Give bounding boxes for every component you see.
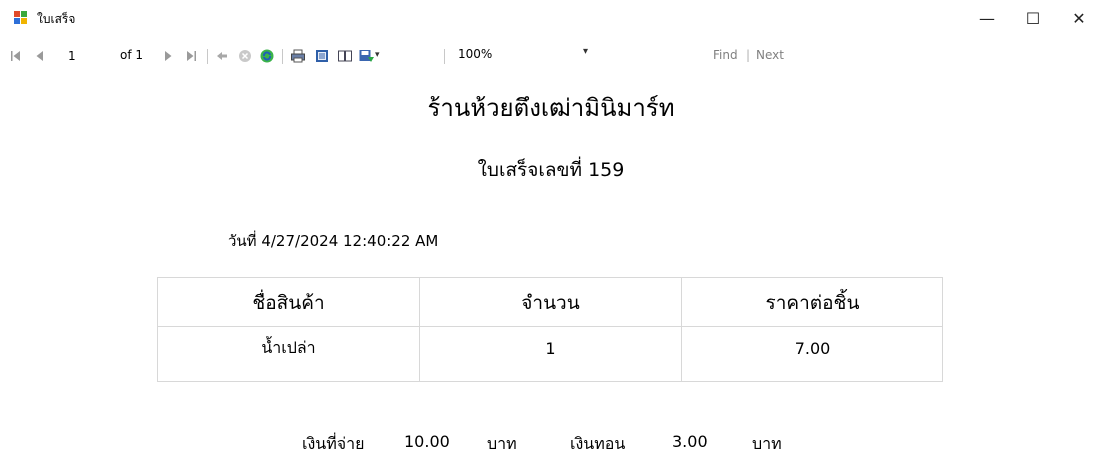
next-page-icon[interactable] <box>160 48 176 64</box>
table-header-price: ราคาต่อชิ้น <box>765 291 860 314</box>
find-input[interactable] <box>608 46 706 66</box>
print-layout-icon[interactable] <box>314 48 330 64</box>
refresh-icon[interactable] <box>259 48 275 64</box>
app-icon <box>14 11 28 25</box>
page-setup-icon[interactable] <box>337 48 353 64</box>
toolbar-separator <box>282 49 283 64</box>
window-title: ใบเสร็จ <box>37 12 76 26</box>
report-toolbar: of 1 ▾ 100% ▾ <box>0 40 1102 72</box>
change-label: เงินทอน <box>570 434 626 453</box>
change-currency: บาท <box>752 434 782 453</box>
change-amount: 3.00 <box>672 432 708 451</box>
prev-page-icon[interactable] <box>32 48 48 64</box>
back-icon[interactable] <box>214 48 230 64</box>
table-cell-price: 7.00 <box>794 338 831 358</box>
page-count-label: of 1 <box>120 48 144 62</box>
paid-currency: บาท <box>487 434 517 453</box>
receipt-number: ใบเสร็จเลขที่ 159 <box>477 159 625 181</box>
toolbar-separator <box>207 49 208 64</box>
print-icon[interactable] <box>290 48 306 64</box>
find-separator: | <box>746 48 751 62</box>
find-button[interactable]: Find <box>713 48 738 62</box>
paid-amount: 10.00 <box>404 432 450 451</box>
find-next-button[interactable]: Next <box>756 48 784 62</box>
report-viewer-window: ใบเสร็จ — ☐ ✕ of 1 <box>0 0 1102 459</box>
receipt-date: วันที่ 4/27/2024 12:40:22 AM <box>228 232 439 250</box>
table-cell-product: น้ำเปล่า <box>261 337 316 357</box>
shop-name: ร้านห้วยตึงเฒ่ามินิมาร์ท <box>427 94 675 122</box>
table-header-quantity: จำนวน <box>521 291 580 314</box>
toolbar-separator <box>444 49 445 64</box>
table-cell-quantity: 1 <box>545 338 556 358</box>
zoom-select[interactable]: 100% <box>458 47 598 65</box>
maximize-button[interactable]: ☐ <box>1010 0 1056 36</box>
first-page-icon[interactable] <box>8 48 24 64</box>
page-number-input[interactable] <box>64 47 108 65</box>
items-table: ชื่อสินค้า จำนวน ราคาต่อชิ้น น้ำเปล่า 1 … <box>157 277 943 382</box>
close-button[interactable]: ✕ <box>1056 0 1102 36</box>
chevron-down-icon[interactable]: ▾ <box>583 46 588 57</box>
paid-label: เงินที่จ่าย <box>302 434 365 453</box>
last-page-icon[interactable] <box>183 48 199 64</box>
table-header-product: ชื่อสินค้า <box>252 291 325 314</box>
stop-icon[interactable] <box>237 48 253 64</box>
chevron-down-icon[interactable]: ▾ <box>375 50 380 60</box>
title-bar: ใบเสร็จ — ☐ ✕ <box>0 0 1102 36</box>
export-icon[interactable] <box>358 48 374 64</box>
minimize-button[interactable]: — <box>964 0 1010 36</box>
